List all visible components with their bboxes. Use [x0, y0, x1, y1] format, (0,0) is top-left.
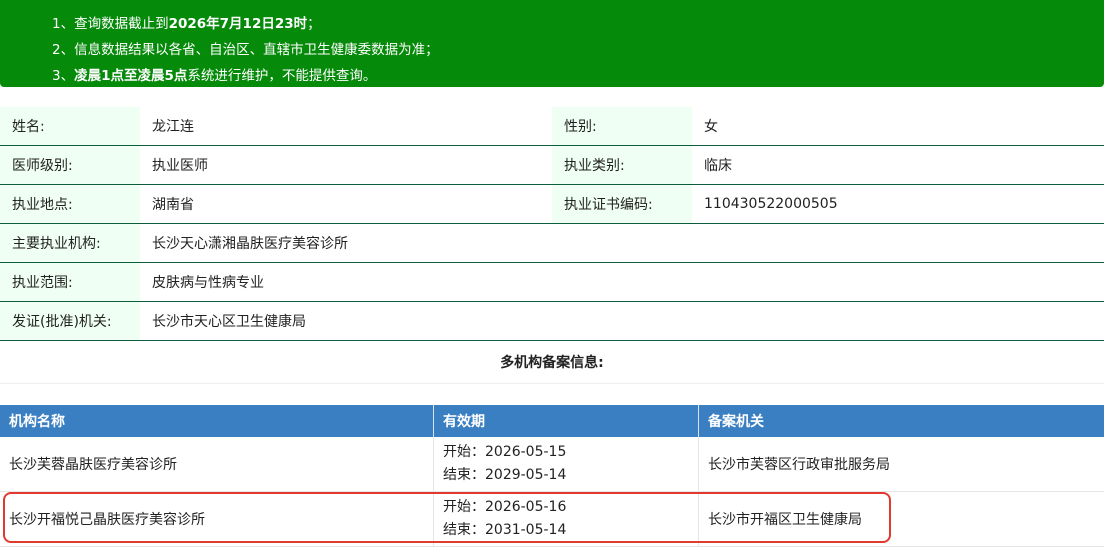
notice-line-2: 2、信息数据结果以各省、自治区、直辖市卫生健康委数据为准； — [52, 42, 439, 58]
info-row-org: 主要执业机构: 长沙天心潇湘晶肤医疗美容诊所 — [0, 224, 1104, 263]
row-authority: 长沙市开福区卫生健康局 — [708, 512, 862, 528]
info-row-issuer: 发证(批准)机关: 长沙市天心区卫生健康局 — [0, 302, 1104, 341]
row-start-date: 开始：2026-05-15 — [443, 444, 567, 460]
info-row-location: 执业地点: 湖南省 执业证书编码: 110430522000505 — [0, 185, 1104, 224]
scope-value: 皮肤病与性病专业 — [140, 263, 1104, 301]
doctor-info-table: 姓名: 龙江连 性别: 女 医师级别: 执业医师 执业类别: 临床 执业地点: … — [0, 107, 1104, 341]
level-value: 执业医师 — [140, 146, 552, 184]
name-value: 龙江连 — [140, 107, 552, 145]
notice-line-1-text: 1、查询数据截止到 — [52, 16, 169, 32]
row-org-name: 长沙开福悦己晶肤医疗美容诊所 — [0, 492, 434, 546]
info-row-name: 姓名: 龙江连 性别: 女 — [0, 107, 1104, 146]
row-end-date: 结束：2031-05-14 — [443, 522, 567, 538]
issuer-value: 长沙市天心区卫生健康局 — [140, 302, 1104, 340]
header-authority: 备案机关 — [708, 414, 764, 430]
gender-value: 女 — [692, 107, 1104, 145]
row-validity: 开始：2026-05-16 结束：2031-05-14 — [434, 492, 699, 546]
table-row: 长沙开福悦己晶肤医疗美容诊所 开始：2026-05-16 结束：2031-05-… — [0, 492, 1104, 547]
notice-line-1: 1、查询数据截止到2026年7月12日23时； — [52, 11, 1104, 37]
level-label: 医师级别: — [0, 146, 140, 184]
notice-line-3-num: 3、 — [52, 68, 75, 84]
row-org-name: 长沙芙蓉晶肤医疗美容诊所 — [0, 437, 434, 491]
row-authority: 长沙市芙蓉区行政审批服务局 — [708, 457, 890, 473]
location-value: 湖南省 — [140, 185, 552, 223]
scope-label: 执业范围: — [0, 263, 140, 301]
org-value: 长沙天心潇湘晶肤医疗美容诊所 — [140, 224, 1104, 262]
notice-banner: 1、查询数据截止到2026年7月12日23时； 2、信息数据结果以各省、自治区、… — [0, 0, 1104, 87]
header-org-name: 机构名称 — [0, 405, 434, 437]
category-label: 执业类别: — [552, 146, 692, 184]
row-start-date: 开始：2026-05-16 — [443, 499, 567, 515]
multi-org-title: 多机构备案信息: — [0, 341, 1104, 384]
row-validity: 开始：2026-05-15 结束：2029-05-14 — [434, 437, 699, 491]
cert-label: 执业证书编码: — [552, 185, 692, 223]
cert-value: 110430522000505 — [692, 185, 1104, 223]
info-row-scope: 执业范围: 皮肤病与性病专业 — [0, 263, 1104, 302]
notice-maintenance-time: 凌晨1点至凌晨5点 — [74, 68, 188, 84]
multi-org-table: 机构名称 有效期 备案机关 长沙芙蓉晶肤医疗美容诊所 开始：2026-05-15… — [0, 405, 1104, 547]
table-row: 长沙芙蓉晶肤医疗美容诊所 开始：2026-05-15 结束：2029-05-14… — [0, 437, 1104, 492]
name-label: 姓名: — [0, 107, 140, 145]
info-row-level: 医师级别: 执业医师 执业类别: 临床 — [0, 146, 1104, 185]
issuer-label: 发证(批准)机关: — [0, 302, 140, 340]
notice-deadline: 2026年7月12日23时 — [168, 16, 308, 32]
location-label: 执业地点: — [0, 185, 140, 223]
category-value: 临床 — [692, 146, 1104, 184]
row-end-date: 结束：2029-05-14 — [443, 467, 567, 483]
notice-line-3: 3、凌晨1点至凌晨5点系统进行维护，不能提供查询。 — [52, 63, 1104, 89]
notice-line-1-end: ； — [307, 16, 321, 32]
notice-line-3-text: 系统进行维护，不能提供查询。 — [187, 68, 377, 84]
gender-label: 性别: — [552, 107, 692, 145]
table-header: 机构名称 有效期 备案机关 — [0, 405, 1104, 437]
header-validity: 有效期 — [434, 405, 699, 437]
org-label: 主要执业机构: — [0, 224, 140, 262]
